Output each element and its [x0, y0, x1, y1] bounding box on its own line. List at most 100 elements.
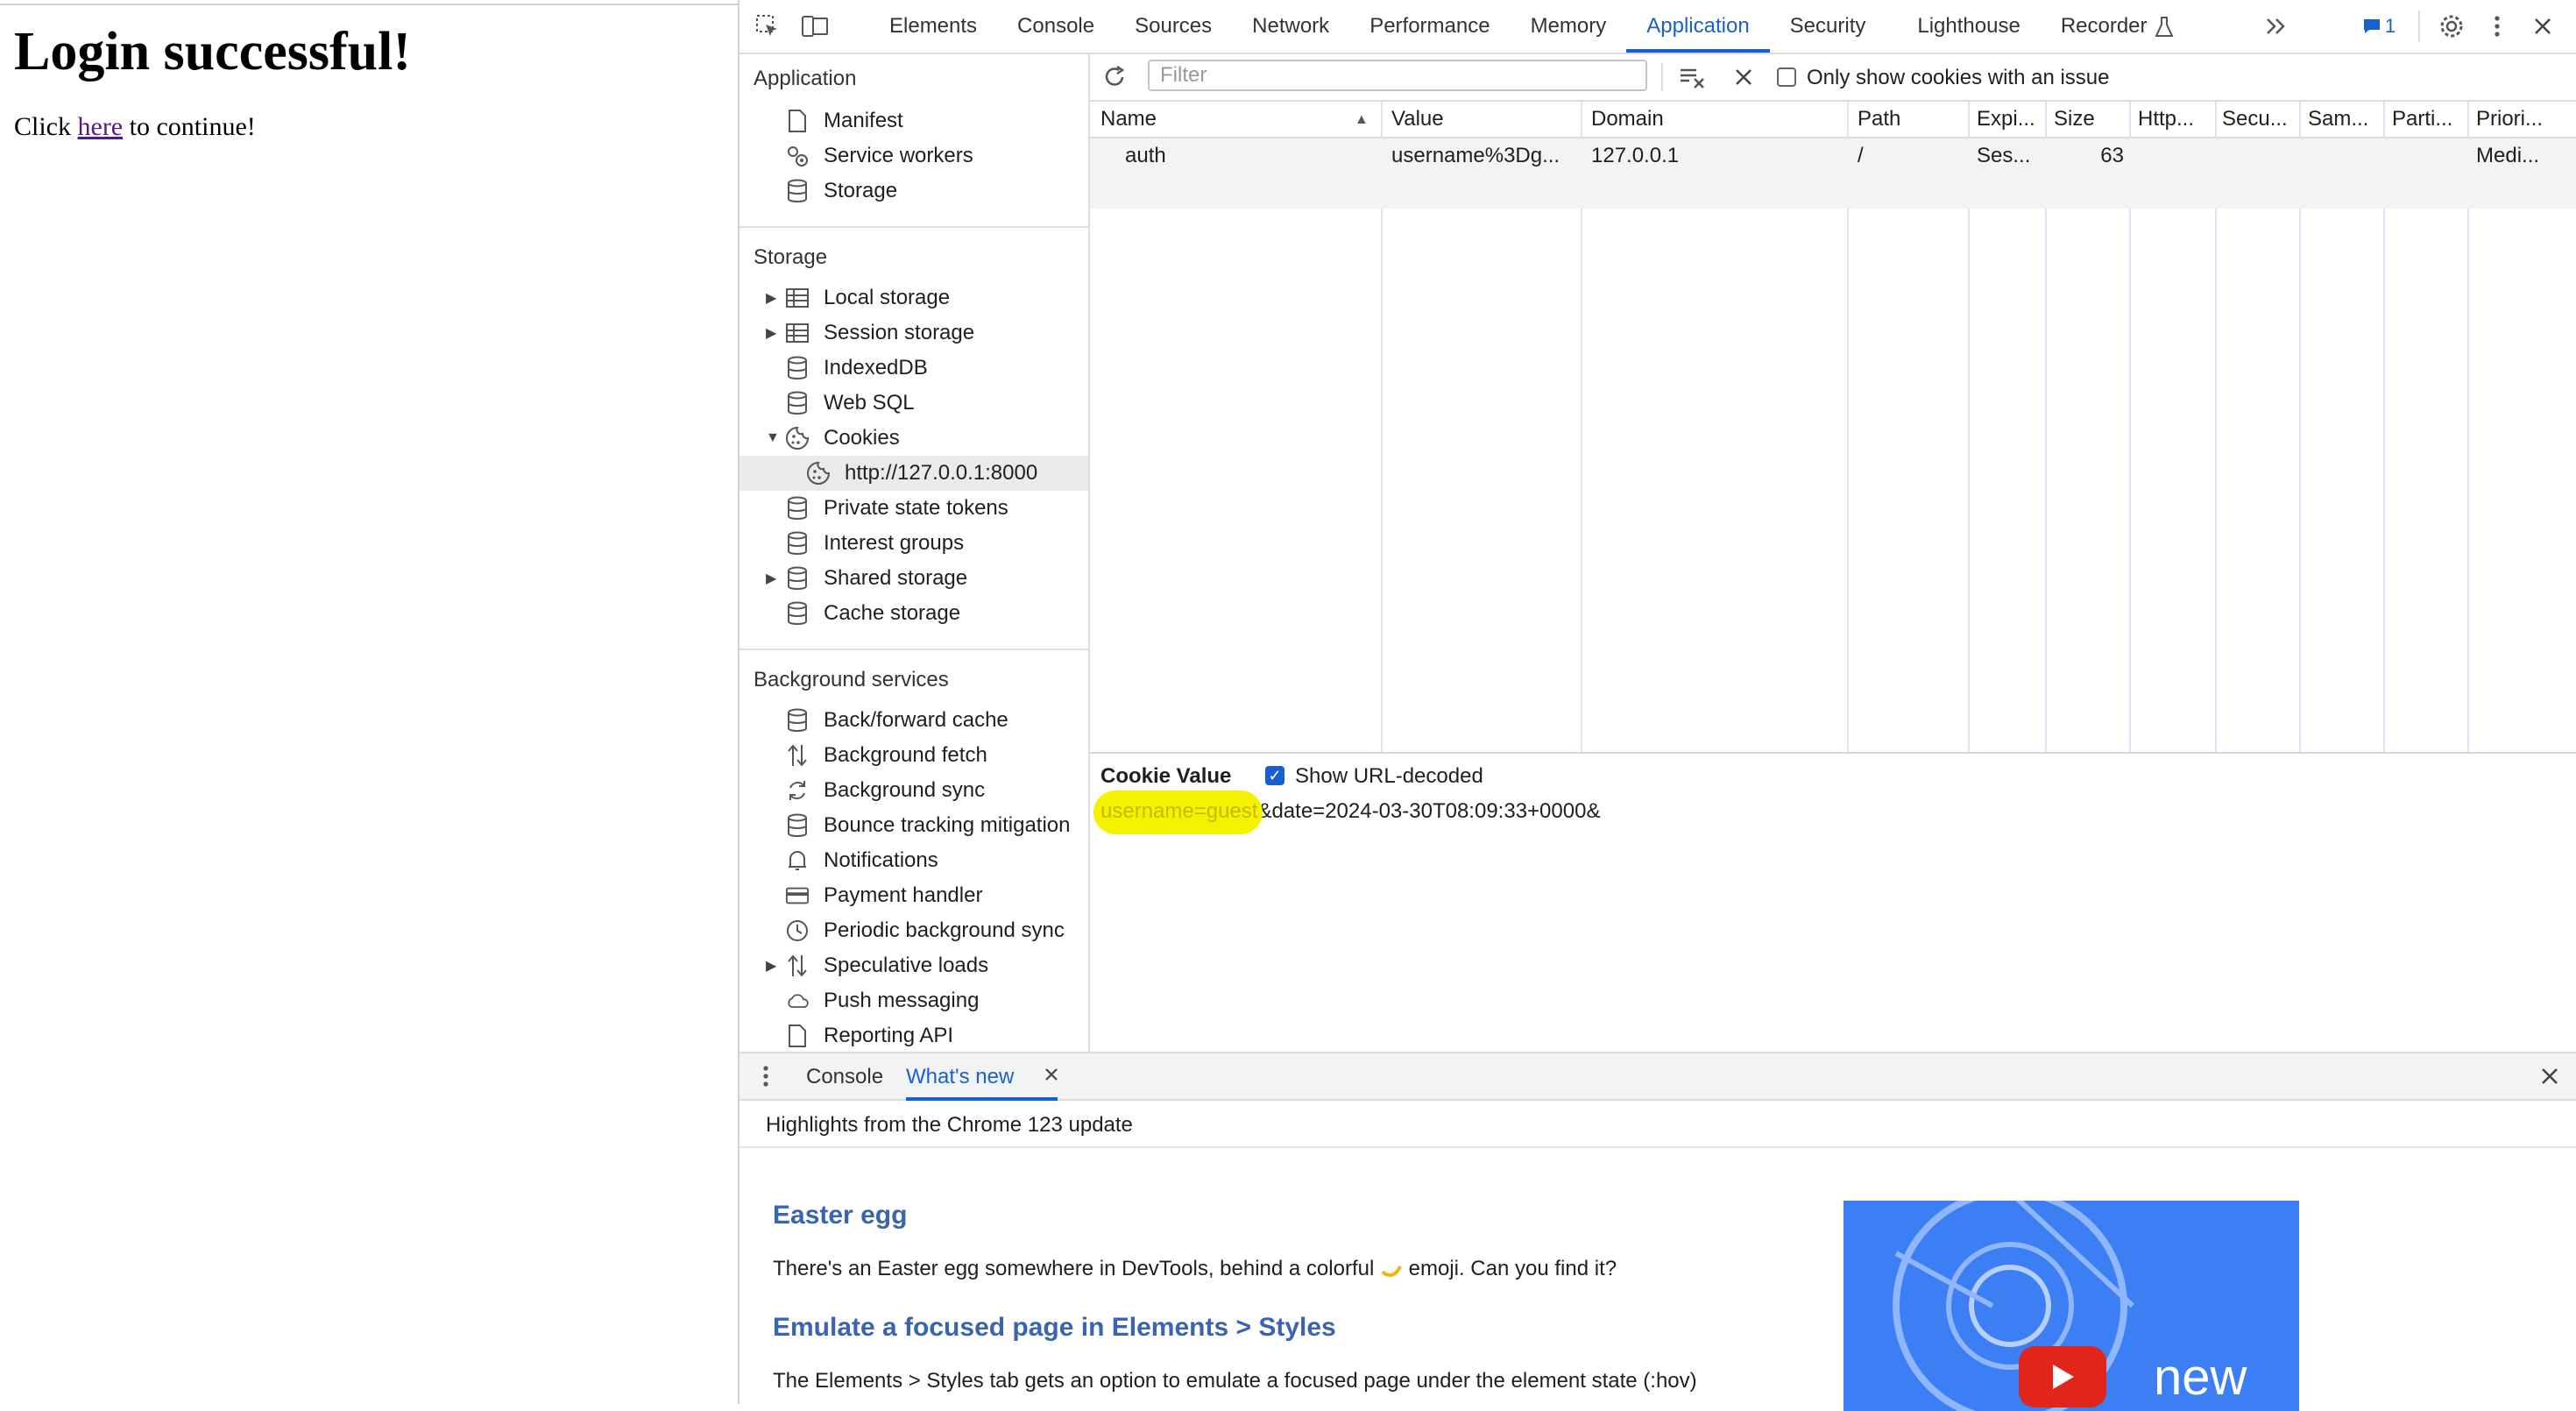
sidebar-item-shared-storage[interactable]: ▶ Shared storage	[740, 561, 1088, 596]
column-header-size[interactable]: Size	[2054, 102, 2127, 137]
database-icon	[785, 531, 810, 556]
youtube-play-icon[interactable]	[2019, 1346, 2106, 1407]
drawer-tab-label: What's new	[906, 1065, 1015, 1088]
sidebar-item-indexeddb[interactable]: IndexedDB	[740, 351, 1088, 386]
column-header-secure[interactable]: Secu...	[2222, 102, 2297, 137]
more-tabs-icon[interactable]	[2262, 12, 2290, 40]
drawer-tab-whats-new[interactable]: What's new	[906, 1053, 1058, 1101]
show-url-decoded-checkbox[interactable]: ✓	[1265, 766, 1284, 785]
sidebar-item-bounce-tracking[interactable]: Bounce tracking mitigation	[740, 808, 1088, 843]
column-header-partition[interactable]: Parti...	[2392, 102, 2466, 137]
cookie-value-title: Cookie Value	[1100, 764, 1232, 788]
expand-arrow-icon[interactable]: ▶	[766, 324, 776, 342]
sidebar-item-service-workers[interactable]: Service workers	[740, 138, 1088, 174]
close-tab-icon[interactable]	[1041, 1064, 1062, 1085]
database-icon	[785, 813, 810, 838]
close-devtools-icon[interactable]	[2529, 12, 2557, 40]
more-options-icon[interactable]	[2483, 12, 2511, 40]
devtools-tabs: Elements Console Sources Network Perform…	[869, 0, 2179, 53]
sidebar-item-label: Session storage	[824, 321, 975, 344]
tab-memory[interactable]: Memory	[1511, 0, 1627, 53]
device-toolbar-icon[interactable]	[801, 12, 829, 40]
tab-application[interactable]: Application	[1626, 0, 1770, 53]
refresh-icon[interactable]	[1100, 63, 1129, 91]
whats-new-heading[interactable]: Emulate a focused page in Elements > Sty…	[773, 1313, 1336, 1343]
sidebar-item-payment-handler[interactable]: Payment handler	[740, 878, 1088, 913]
sidebar-item-manifest[interactable]: Manifest	[740, 103, 1088, 138]
column-header-domain[interactable]: Domain	[1591, 102, 1844, 137]
expand-arrow-icon[interactable]: ▶	[766, 570, 776, 587]
column-header-priority[interactable]: Priori...	[2476, 102, 2572, 137]
tab-lighthouse[interactable]: Lighthouse	[1886, 0, 2040, 53]
continue-text-prefix: Click	[14, 112, 78, 142]
table-icon	[785, 321, 810, 345]
sidebar-item-cache-storage[interactable]: Cache storage	[740, 596, 1088, 631]
tab-performance[interactable]: Performance	[1349, 0, 1510, 53]
expand-arrow-icon[interactable]: ▶	[766, 957, 776, 975]
sidebar-item-local-storage[interactable]: ▶ Local storage	[740, 280, 1088, 316]
column-header-path[interactable]: Path	[1858, 102, 1964, 137]
sidebar-item-notifications[interactable]: Notifications	[740, 843, 1088, 878]
sidebar-item-periodic-background-sync[interactable]: Periodic background sync	[740, 913, 1088, 948]
sidebar-item-cookies-origin[interactable]: http://127.0.0.1:8000	[740, 456, 1088, 491]
drawer-menu-icon[interactable]	[752, 1062, 780, 1090]
expand-arrow-icon[interactable]: ▶	[766, 289, 776, 307]
devtools-toolbar: Elements Console Sources Network Perform…	[740, 0, 2576, 54]
sidebar-item-storage[interactable]: Storage	[740, 174, 1088, 209]
sidebar-divider	[740, 649, 1088, 650]
table-row[interactable]: auth username%3Dg... 127.0.0.1 / Ses... …	[1090, 138, 2576, 174]
cookie-value-text[interactable]: username=guest&date=2024-03-30T08:09:33+…	[1093, 791, 1600, 834]
sidebar-item-label: Push messaging	[824, 989, 980, 1012]
drawer-tab-console[interactable]: Console	[806, 1053, 883, 1101]
tab-recorder[interactable]: Recorder	[2041, 0, 2155, 53]
delete-selected-icon[interactable]	[1730, 63, 1758, 91]
sidebar-item-label: Local storage	[824, 286, 951, 309]
clear-all-cookies-icon[interactable]	[1679, 63, 1707, 91]
issues-badge[interactable]: 1	[2357, 12, 2401, 40]
sidebar-item-label: Interest groups	[824, 531, 965, 555]
inspect-element-icon[interactable]	[754, 12, 782, 40]
sidebar-item-label: Background fetch	[824, 743, 987, 767]
sidebar-item-back-forward-cache[interactable]: Back/forward cache	[740, 703, 1088, 738]
column-header-samesite[interactable]: Sam...	[2308, 102, 2381, 137]
collapse-arrow-icon[interactable]: ▼	[766, 430, 780, 446]
cell-expires: Ses...	[1977, 144, 2031, 167]
video-thumbnail[interactable]: new	[1844, 1201, 2299, 1411]
drawer-tab-bar: Console What's new	[740, 1052, 2576, 1101]
page-heading: Login successful!	[14, 22, 411, 82]
close-drawer-icon[interactable]	[2536, 1062, 2564, 1090]
column-header-value[interactable]: Value	[1391, 102, 1577, 137]
only-issues-checkbox[interactable]	[1777, 67, 1796, 87]
application-sidebar: Application Manifest Service workers Sto…	[740, 54, 1090, 1052]
tab-elements[interactable]: Elements	[869, 0, 997, 53]
column-header-name[interactable]: Name	[1100, 102, 1363, 137]
sidebar-item-label: Manifest	[824, 109, 903, 132]
sidebar-item-background-sync[interactable]: Background sync	[740, 773, 1088, 808]
sidebar-item-private-state-tokens[interactable]: Private state tokens	[740, 491, 1088, 526]
sidebar-item-speculative-loads[interactable]: ▶ Speculative loads	[740, 948, 1088, 983]
sidebar-item-interest-groups[interactable]: Interest groups	[740, 526, 1088, 561]
tab-sources[interactable]: Sources	[1115, 0, 1232, 53]
column-header-expires[interactable]: Expi...	[1977, 102, 2043, 137]
cookies-table: Name ▲ Value Domain Path Expi... Size Ht…	[1090, 102, 2576, 754]
sidebar-item-background-fetch[interactable]: Background fetch	[740, 738, 1088, 773]
sidebar-item-push-messaging[interactable]: Push messaging	[740, 983, 1088, 1018]
tab-console[interactable]: Console	[997, 0, 1115, 53]
tab-security[interactable]: Security	[1770, 0, 1886, 53]
sidebar-item-session-storage[interactable]: ▶ Session storage	[740, 316, 1088, 351]
sidebar-item-cookies[interactable]: ▼ Cookies	[740, 421, 1088, 456]
sidebar-item-label: Cookies	[824, 426, 900, 450]
whats-new-heading[interactable]: Easter egg	[773, 1201, 907, 1230]
sidebar-item-web-sql[interactable]: Web SQL	[740, 386, 1088, 421]
cookies-filter-input[interactable]	[1148, 60, 1647, 91]
column-header-httponly[interactable]: Http...	[2138, 102, 2213, 137]
continue-link[interactable]: here	[78, 112, 124, 141]
devtools-panel: Elements Console Sources Network Perform…	[738, 0, 2576, 1411]
paragraph-text: There's an Easter egg somewhere in DevTo…	[773, 1257, 1380, 1280]
tab-network[interactable]: Network	[1232, 0, 1349, 53]
sidebar-item-label: Notifications	[824, 848, 938, 872]
settings-gear-icon[interactable]	[2438, 12, 2466, 40]
page-content: Login successful! Click here to continue…	[0, 4, 738, 1406]
sidebar-item-label: Payment handler	[824, 883, 983, 907]
sidebar-item-reporting-api[interactable]: Reporting API	[740, 1018, 1088, 1052]
